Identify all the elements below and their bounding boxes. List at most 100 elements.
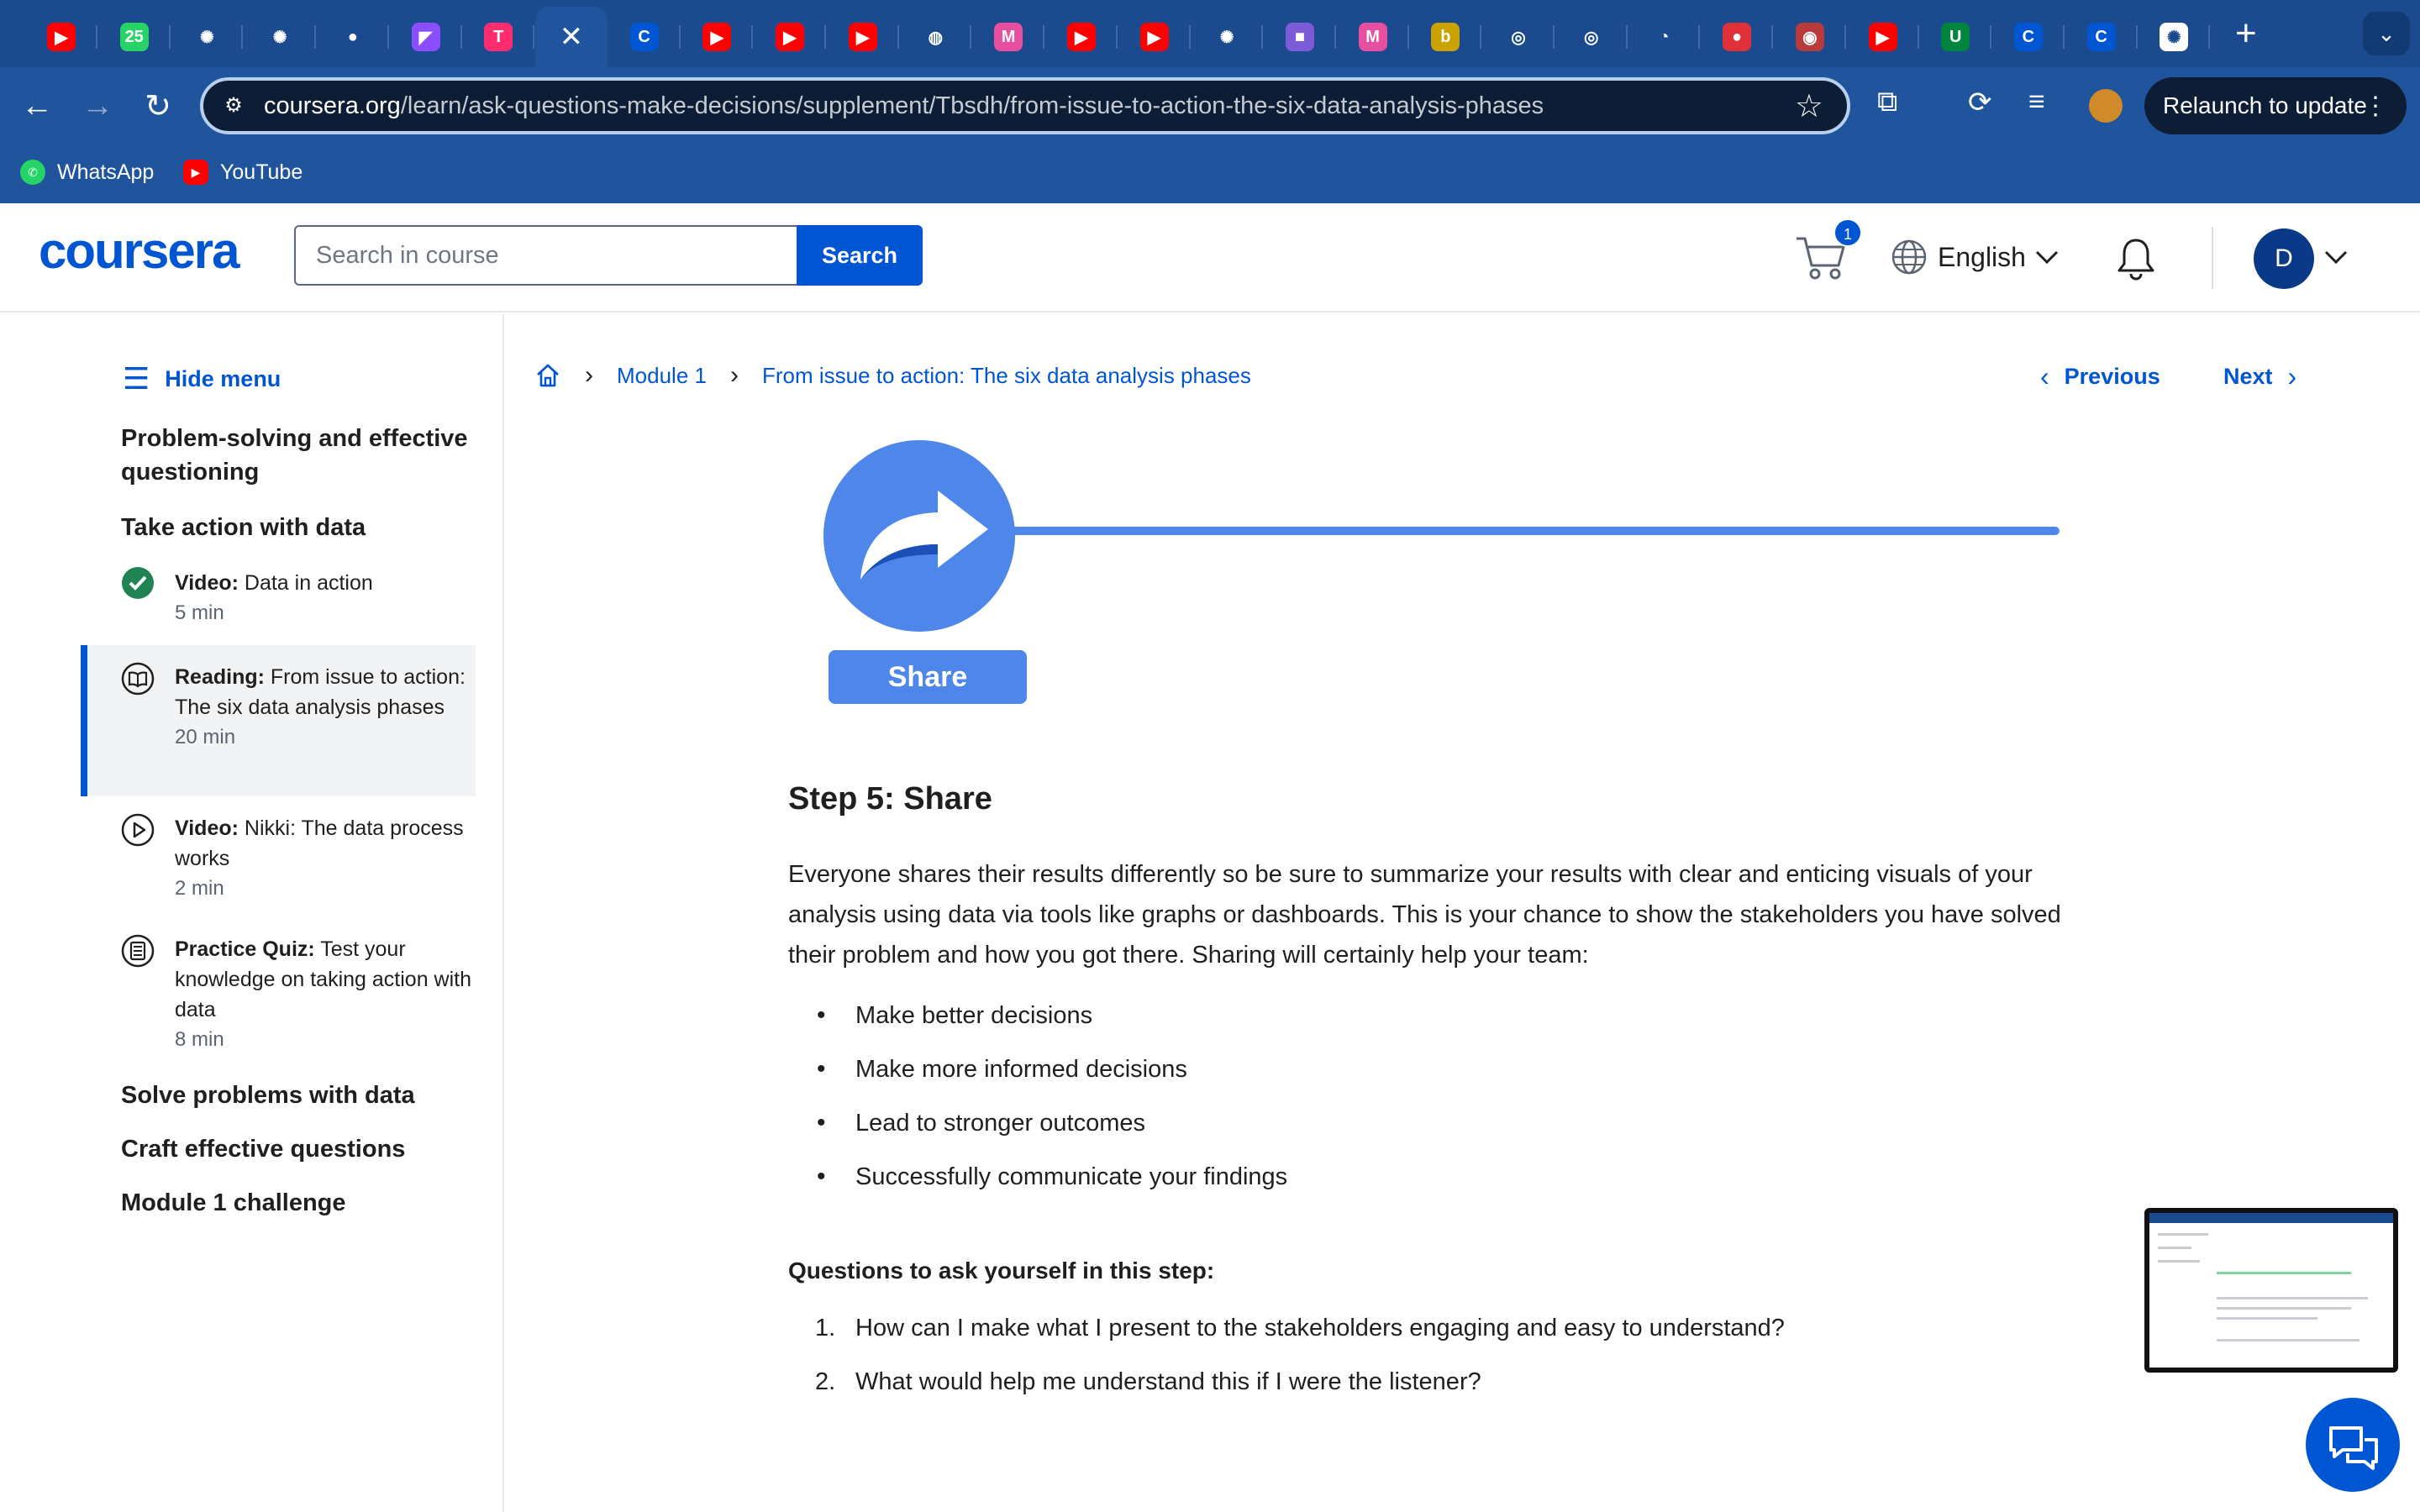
search-input[interactable] xyxy=(294,225,798,286)
back-button[interactable]: ← xyxy=(15,84,59,128)
browser-tab[interactable]: ▶ xyxy=(681,7,754,67)
language-selector[interactable]: English xyxy=(1891,239,2060,276)
relaunch-to-update-button[interactable]: Relaunch to update ⋮ xyxy=(2144,77,2407,134)
whatsapp-icon: ✆ xyxy=(20,160,45,185)
cart-count-badge: 1 xyxy=(1833,218,1862,247)
quiz-icon xyxy=(121,934,155,968)
item-title: Reading: From issue to action: The six d… xyxy=(175,662,476,722)
browser-tab[interactable]: ▶ xyxy=(754,7,826,67)
browser-tab[interactable]: ◉ xyxy=(1774,7,1846,67)
relaunch-label: Relaunch to update xyxy=(2163,92,2367,118)
bookmark-whatsapp[interactable]: ✆ WhatsApp xyxy=(20,160,154,185)
hide-menu-button[interactable]: ☰ Hide menu xyxy=(123,361,281,396)
bookmark-youtube[interactable]: ▶ YouTube xyxy=(183,160,302,185)
site-info-icon[interactable]: ⚙ xyxy=(217,91,250,121)
chevron-right-icon: › xyxy=(729,361,739,389)
search-button[interactable]: Search xyxy=(797,225,923,286)
browser-tab[interactable]: T xyxy=(462,7,535,67)
breadcrumb-module[interactable]: Module 1 xyxy=(617,363,707,389)
previous-label: Previous xyxy=(2064,364,2160,389)
browser-tab[interactable]: b xyxy=(1409,7,1482,67)
browser-tab[interactable]: ● xyxy=(317,7,389,67)
address-bar[interactable]: ⚙ coursera.org/learn/ask-questions-make-… xyxy=(200,77,1850,134)
chat-support-button[interactable] xyxy=(2306,1398,2400,1492)
browser-tab[interactable]: ✺ xyxy=(2138,7,2211,67)
tab-separator xyxy=(678,25,681,49)
profile-avatar[interactable] xyxy=(2089,89,2123,123)
url-text[interactable]: coursera.org/learn/ask-questions-make-de… xyxy=(264,92,1544,120)
browser-tab[interactable]: ◤ xyxy=(390,7,462,67)
next-button[interactable]: Next › xyxy=(2223,361,2296,392)
breadcrumb-current[interactable]: From issue to action: The six data analy… xyxy=(762,363,1251,389)
browser-tab[interactable]: ■ xyxy=(1264,7,1336,67)
previous-button[interactable]: ‹ Previous xyxy=(2040,361,2160,392)
tab-separator xyxy=(1625,25,1628,49)
sidebar-item-practice-quiz[interactable]: Practice Quiz: Test your knowledge on ta… xyxy=(81,926,476,1077)
browser-tab[interactable]: ▶ xyxy=(827,7,899,67)
browser-tab[interactable]: ▶ xyxy=(25,7,97,67)
sidebar-item-video-nikki[interactable]: Video: Nikki: The data process works 2 m… xyxy=(81,805,476,922)
user-avatar[interactable]: D xyxy=(2254,228,2314,289)
performance-icon[interactable]: ⟳ xyxy=(1968,86,1992,119)
section-solve-problems[interactable]: Solve problems with data xyxy=(121,1079,474,1112)
tab-separator xyxy=(1115,25,1118,49)
browser-tab[interactable]: ◎ xyxy=(1482,7,1555,67)
new-tab-button[interactable]: + xyxy=(2235,15,2257,52)
m-icon: M xyxy=(1358,23,1387,51)
browser-toolbar: ← → ↻ ⚙ coursera.org/learn/ask-questions… xyxy=(0,67,2420,144)
browser-tab[interactable]: ✕ xyxy=(534,7,608,67)
home-icon[interactable] xyxy=(534,362,561,389)
youtube-icon: ▶ xyxy=(1139,23,1169,51)
section-take-action[interactable]: Take action with data xyxy=(121,511,474,544)
bookmark-star-icon[interactable]: ☆ xyxy=(1795,87,1823,125)
section-craft-questions[interactable]: Craft effective questions xyxy=(121,1132,474,1166)
sidebar-item-reading-six-phases[interactable]: Reading: From issue to action: The six d… xyxy=(81,645,476,796)
coursera-logo[interactable]: coursera xyxy=(39,222,239,280)
benefits-list: Make better decisions Make more informed… xyxy=(788,989,2099,1204)
browser-tab[interactable]: ▶ xyxy=(1118,7,1191,67)
chevron-down-icon[interactable] xyxy=(2323,244,2349,270)
dial-icon: ◍ xyxy=(928,28,944,47)
browser-tab[interactable]: C xyxy=(608,7,681,67)
tab-separator xyxy=(1553,25,1555,49)
section-problem-solving[interactable]: Problem-solving and effective questionin… xyxy=(121,422,474,489)
browser-tab[interactable]: ◔ xyxy=(1628,7,1701,67)
close-icon[interactable]: ✕ xyxy=(560,20,584,54)
youtube-icon: ▶ xyxy=(183,160,208,185)
questions-heading: Questions to ask yourself in this step: xyxy=(788,1257,1215,1284)
next-label: Next xyxy=(2223,364,2273,389)
browser-tab[interactable]: C xyxy=(1992,7,2065,67)
browser-tab[interactable]: 25 xyxy=(98,7,171,67)
youtube-icon: ▶ xyxy=(47,23,76,51)
thumbnail-line xyxy=(2217,1272,2351,1274)
browser-tab[interactable]: ▶ xyxy=(1847,7,1919,67)
notification-bell-icon[interactable] xyxy=(2112,235,2160,282)
sidebar-item-video-data-in-action[interactable]: Video: Data in action 5 min xyxy=(81,563,476,647)
forward-button[interactable]: → xyxy=(76,84,119,128)
tab-separator xyxy=(897,25,899,49)
browser-tab[interactable]: ✺ xyxy=(171,7,244,67)
extensions-icon[interactable]: ⧉ xyxy=(1877,86,1897,118)
screen-recording-thumbnail[interactable] xyxy=(2144,1208,2398,1373)
browser-tab[interactable]: ✺ xyxy=(244,7,317,67)
play-circle-icon xyxy=(121,813,155,847)
browser-tab[interactable]: U xyxy=(1919,7,1992,67)
media-controls-icon[interactable]: ≡ xyxy=(2028,86,2045,118)
list-item: Make more informed decisions xyxy=(817,1042,2099,1096)
openai-icon: ✺ xyxy=(200,28,214,47)
youtube-icon: ▶ xyxy=(702,23,732,51)
browser-tab[interactable]: ● xyxy=(1701,7,1774,67)
browser-tab[interactable]: ◎ xyxy=(1555,7,1628,67)
browser-tab[interactable]: ▶ xyxy=(1045,7,1118,67)
bookmark-label: YouTube xyxy=(220,160,303,184)
section-module-challenge[interactable]: Module 1 challenge xyxy=(121,1186,474,1220)
browser-tab[interactable]: M xyxy=(972,7,1045,67)
tab-search-menu-button[interactable]: ⌄ xyxy=(2363,12,2410,55)
browser-tab[interactable]: M xyxy=(1337,7,1409,67)
hamburger-icon: ☰ xyxy=(123,361,150,396)
reload-button[interactable]: ↻ xyxy=(136,84,180,128)
browser-tab[interactable]: C xyxy=(2065,7,2138,67)
browser-tab[interactable]: ✺ xyxy=(1191,7,1264,67)
browser-tab[interactable]: ◍ xyxy=(899,7,972,67)
item-type: Video: xyxy=(175,816,239,840)
